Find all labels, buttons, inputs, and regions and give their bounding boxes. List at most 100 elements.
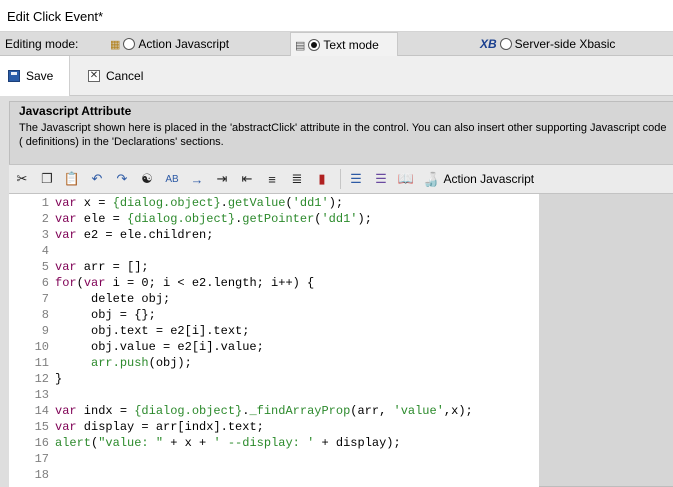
code-token: . (220, 196, 228, 210)
uncomment-icon[interactable]: ☰ (370, 168, 392, 190)
find-icon[interactable]: ☯ (136, 168, 158, 190)
code-line[interactable]: var display = arr[indx].text; (55, 420, 264, 434)
code-token: var (55, 196, 77, 210)
line-number: 17 (34, 452, 49, 466)
code-line[interactable]: delete obj; (55, 292, 170, 306)
code-line[interactable]: alert("value: " + x + ' --display: ' + d… (55, 436, 401, 450)
code-line[interactable]: obj.value = e2[i].value; (55, 340, 264, 354)
cancel-label: Cancel (106, 69, 144, 83)
redo-icon[interactable]: ↷ (111, 168, 133, 190)
xb-icon: XB (480, 37, 497, 51)
code-token: getPointer (242, 212, 315, 226)
save-button[interactable]: Save (0, 56, 70, 96)
code-token: var (55, 420, 77, 434)
line-number: 8 (41, 308, 49, 322)
code-token: obj.text = e2[i].text; (55, 324, 250, 338)
comment-icon[interactable]: ☰ (345, 168, 367, 190)
code-line[interactable]: arr.push(obj); (55, 356, 192, 370)
indent-icon[interactable]: ⇥ (211, 168, 233, 190)
code-token: var (55, 404, 77, 418)
line-number: 11 (34, 356, 49, 370)
editing-mode-bar: Editing mode: ▦ Action Javascript ▤ Text… (0, 32, 673, 57)
mode-server-xbasic[interactable]: XB Server-side Xbasic (476, 32, 619, 56)
code-token: {dialog.object} (127, 212, 236, 226)
toggle-icon[interactable]: ▮ (311, 168, 333, 190)
code-line[interactable]: obj = {}; (55, 308, 156, 322)
line-number: 15 (34, 420, 49, 434)
line-number: 16 (34, 436, 49, 450)
lamp-icon: 🍶 (422, 170, 440, 187)
code-token: (obj); (148, 356, 192, 370)
code-token: obj = {}; (55, 308, 156, 322)
code-line[interactable]: var ele = {dialog.object}.getPointer('dd… (55, 212, 372, 226)
save-label: Save (26, 69, 54, 83)
cancel-icon: ✕ (88, 70, 100, 82)
code-token: ); (328, 196, 344, 210)
mode-text[interactable]: ▤ Text mode (290, 32, 398, 57)
code-token: for (55, 276, 77, 290)
code-line[interactable]: var e2 = ele.children; (55, 228, 213, 242)
editor-toolbar: ✂ ❐ 📋 ↶ ↷ ☯ AB → ⇥ ⇤ ≡ ≣ ▮ ☰ ☰ 📖 🍶 Actio… (9, 164, 673, 194)
code-token: display = arr[indx].text; (76, 420, 264, 434)
code-token: arr.push (91, 356, 149, 370)
code-token: } (55, 372, 63, 386)
code-line[interactable]: obj.text = e2[i].text; (55, 324, 249, 338)
code-token: {dialog.object} (134, 404, 243, 418)
replace-icon[interactable]: AB (161, 168, 183, 190)
code-line[interactable]: var x = {dialog.object}.getValue('dd1'); (55, 196, 343, 210)
attribute-heading: Javascript Attribute (19, 104, 132, 118)
title-bar: Edit Click Event* (0, 0, 673, 32)
code-token: ( (76, 276, 84, 290)
toolbar-separator (340, 169, 341, 189)
code-token: e2 = ele.children; (76, 228, 214, 242)
mode-action-javascript[interactable]: ▦ Action Javascript (106, 32, 233, 56)
code-line[interactable]: for(var i = 0; i < e2.length; i++) { (55, 276, 314, 290)
tree-icon: ▦ (110, 38, 121, 51)
code-token: 'value' (393, 404, 444, 418)
line-number: 10 (34, 340, 49, 354)
line-number: 1 (41, 196, 49, 210)
line-number: 3 (41, 228, 49, 242)
attribute-description: The Javascript shown here is placed in t… (19, 122, 667, 148)
code-token: getValue (227, 196, 286, 210)
window-title: Edit Click Event* (7, 9, 104, 24)
code-token: 'dd1' (321, 212, 358, 226)
code-token: _findArrayProp (249, 404, 351, 418)
action-javascript-radio[interactable] (123, 38, 136, 50)
code-token: + x + (163, 436, 214, 450)
action-javascript-button-label: Action Javascript (443, 172, 535, 186)
line-number: 2 (41, 212, 49, 226)
mode-server-xbasic-label: Server-side Xbasic (514, 37, 616, 51)
code-line[interactable]: } (55, 372, 62, 386)
code-token: ele = (76, 212, 128, 226)
line-number: 18 (34, 468, 49, 482)
action-javascript-button[interactable]: 🍶 Action Javascript (422, 171, 534, 188)
copy-icon[interactable]: ❐ (36, 168, 58, 190)
code-token: x = (76, 196, 113, 210)
goto-icon[interactable]: → (186, 168, 208, 190)
code-token: var (55, 212, 77, 226)
text-doc-icon: ▤ (295, 39, 306, 52)
code-token: arr = []; (76, 260, 149, 274)
cut-icon[interactable]: ✂ (11, 168, 33, 190)
code-token: i = 0; i < e2.length; i++) { (105, 276, 315, 290)
outdent-icon[interactable]: ⇤ (236, 168, 258, 190)
code-token: delete obj; (55, 292, 171, 306)
code-line[interactable]: var indx = {dialog.object}._findArrayPro… (55, 404, 473, 418)
format-icon[interactable]: ≡ (261, 168, 283, 190)
line-number: 5 (41, 260, 49, 274)
paste-icon[interactable]: 📋 (61, 168, 83, 190)
undo-icon[interactable]: ↶ (86, 168, 108, 190)
code-line[interactable]: var arr = []; (55, 260, 149, 274)
code-token: indx = (76, 404, 135, 418)
code-token: (arr, (350, 404, 394, 418)
server-xbasic-radio[interactable] (499, 38, 512, 50)
cancel-button[interactable]: ✕ Cancel (80, 56, 151, 96)
code-token: + display); (314, 436, 401, 450)
align-right-icon[interactable]: ≣ (286, 168, 308, 190)
code-editor[interactable]: 1 var x = {dialog.object}.getValue('dd1')… (9, 194, 539, 487)
book-icon[interactable]: 📖 (395, 168, 417, 190)
line-number: 7 (41, 292, 49, 306)
javascript-attribute-panel: Javascript Attribute The Javascript show… (0, 96, 673, 487)
text-mode-radio[interactable] (308, 39, 321, 51)
